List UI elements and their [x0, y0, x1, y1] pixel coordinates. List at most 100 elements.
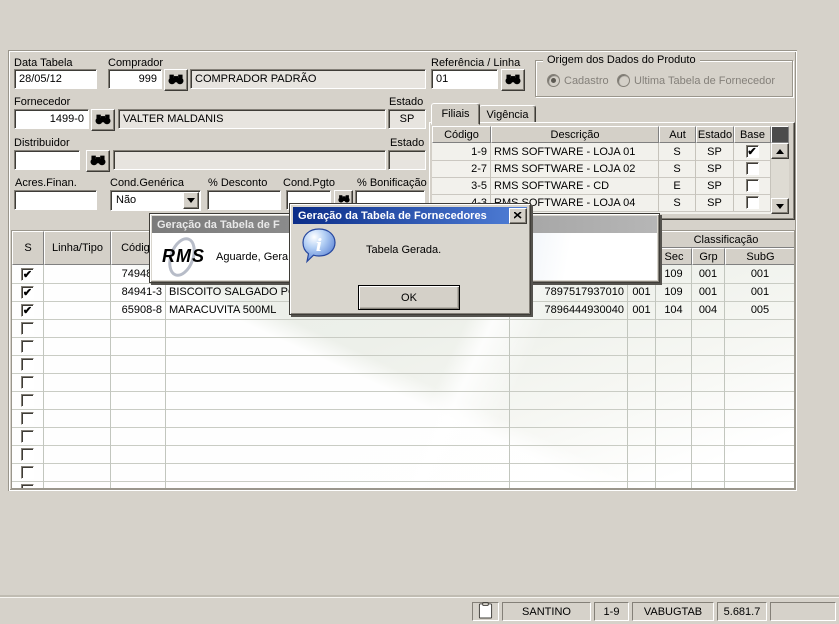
close-icon [513, 210, 522, 222]
row-checkbox[interactable]: ✔ [21, 285, 34, 299]
sec-cell [656, 427, 692, 445]
data-tabela-field[interactable]: 28/05/12 [14, 69, 97, 89]
row-checkbox[interactable] [21, 339, 34, 353]
scroll-up-button[interactable] [771, 143, 789, 159]
base-checkbox[interactable] [745, 162, 759, 175]
grid-header-classificacao: Classificação [656, 231, 794, 248]
progress-window-title: Geração da Tabela de F [157, 218, 280, 231]
linha-tipo-cell [44, 481, 111, 488]
row-checkbox[interactable] [21, 375, 34, 389]
grid-header-subg: SubG [725, 248, 794, 265]
sec-cell [656, 319, 692, 337]
codigo-cell: 84941-3 [111, 283, 166, 301]
tab-vigencia-label: Vigência [486, 109, 529, 121]
linha-tipo-cell [44, 373, 111, 391]
filiais-header-aut: Aut [659, 126, 696, 143]
codigo-cell [111, 337, 166, 355]
codigo-cell [111, 391, 166, 409]
fornecedor-estado-label: Estado [389, 96, 424, 108]
base-checkbox[interactable] [745, 196, 759, 209]
table-row[interactable] [12, 427, 794, 446]
grp-cell [692, 391, 725, 409]
subg-cell [725, 427, 794, 445]
table-row[interactable] [12, 481, 794, 488]
ok-button[interactable]: OK [358, 285, 460, 310]
codigo-cell [111, 355, 166, 373]
filial-descricao: RMS SOFTWARE - CD [491, 177, 659, 194]
descricao-cell [166, 481, 510, 488]
table-row[interactable] [12, 373, 794, 392]
base-checkbox[interactable] [745, 179, 759, 192]
comprador-code-field[interactable]: 999 [108, 69, 162, 89]
table-row[interactable] [12, 463, 794, 482]
chevron-down-icon [187, 198, 195, 203]
emb-cell [628, 445, 656, 463]
barcode-cell [510, 337, 628, 355]
fornecedor-search-button[interactable] [91, 109, 115, 131]
barcode-cell [510, 463, 628, 481]
table-row[interactable] [12, 337, 794, 356]
statusbar-version-panel: 5.681.7 [717, 602, 767, 621]
row-checkbox[interactable] [21, 483, 34, 488]
grp-cell [692, 319, 725, 337]
table-row[interactable]: 3-5 RMS SOFTWARE - CD E SP [432, 177, 771, 195]
row-checkbox[interactable] [21, 357, 34, 371]
info-icon: i [302, 228, 336, 269]
tab-filiais[interactable]: Filiais [431, 103, 480, 125]
row-checkbox[interactable] [21, 429, 34, 443]
descricao-cell [166, 463, 510, 481]
comprador-name-field: COMPRADOR PADRÃO [190, 69, 426, 89]
descricao-cell [166, 319, 510, 337]
s-cell [12, 391, 44, 409]
comprador-search-button[interactable] [164, 69, 188, 91]
codigo-cell [111, 373, 166, 391]
table-row[interactable] [12, 391, 794, 410]
linha-tipo-cell [44, 391, 111, 409]
dialog-titlebar[interactable]: Geração da Tabela de Fornecedores [293, 207, 527, 224]
table-row[interactable] [12, 409, 794, 428]
row-checkbox[interactable] [21, 465, 34, 479]
codigo-cell [111, 463, 166, 481]
binoculars-icon [90, 154, 106, 169]
statusbar-empty-panel [770, 602, 836, 621]
message-dialog: Geração da Tabela de Fornecedores i Tabe… [289, 203, 531, 315]
codigo-cell [111, 427, 166, 445]
row-checkbox[interactable] [21, 321, 34, 335]
statusbar-store: 1-9 [603, 605, 620, 618]
subg-cell [725, 319, 794, 337]
cond-generica-dropdown-button[interactable] [183, 192, 199, 209]
row-checkbox[interactable] [21, 447, 34, 461]
acres-finan-field[interactable] [14, 190, 97, 210]
desconto-field[interactable] [207, 190, 281, 210]
binoculars-icon [505, 73, 521, 88]
linha-tipo-cell [44, 265, 111, 283]
base-checkbox[interactable]: ✔ [745, 145, 759, 158]
table-row[interactable] [12, 445, 794, 464]
descricao-cell [166, 373, 510, 391]
distribuidor-code-field[interactable] [14, 150, 80, 170]
barcode-cell [510, 373, 628, 391]
app-window: Data Tabela 28/05/12 Comprador 999 COMPR… [0, 0, 839, 624]
table-row[interactable] [12, 319, 794, 338]
acres-finan-label: Acres.Finan. [15, 177, 77, 189]
row-checkbox[interactable] [21, 393, 34, 407]
row-checkbox[interactable] [21, 411, 34, 425]
svg-text:i: i [316, 236, 322, 256]
scroll-down-button[interactable] [771, 198, 789, 214]
cond-pgto-label: Cond.Pgto [283, 177, 335, 189]
distribuidor-estado-label: Estado [390, 137, 425, 149]
table-row[interactable]: 2-7 RMS SOFTWARE - LOJA 02 S SP [432, 160, 771, 178]
referencia-search-button[interactable] [501, 69, 525, 91]
codigo-cell [111, 409, 166, 427]
referencia-field[interactable]: 01 [431, 69, 498, 89]
row-checkbox[interactable]: ✔ [21, 267, 34, 281]
row-checkbox[interactable]: ✔ [21, 303, 34, 317]
table-row[interactable] [12, 355, 794, 374]
grp-cell: 001 [692, 265, 725, 283]
table-row[interactable]: 1-9 RMS SOFTWARE - LOJA 01 S SP ✔ [432, 143, 771, 161]
subg-cell [725, 373, 794, 391]
dialog-close-button[interactable] [509, 208, 527, 224]
distribuidor-search-button[interactable] [86, 150, 110, 172]
s-cell [12, 409, 44, 427]
fornecedor-code-field[interactable]: 1499-0 [14, 109, 89, 129]
